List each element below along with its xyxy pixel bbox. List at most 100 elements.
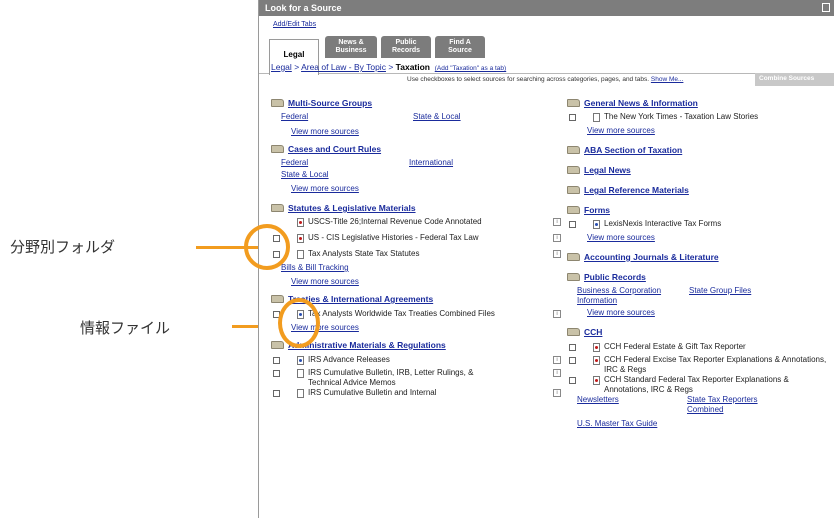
document-icon	[297, 369, 304, 378]
folder-treaties[interactable]: Treaties & International Agreements	[271, 292, 561, 306]
tab-news-business[interactable]: News & Business	[325, 36, 377, 58]
cases-links-2: State & Local	[271, 170, 561, 182]
folder-statutes-title[interactable]: Statutes & Legislative Materials	[288, 203, 416, 213]
folder-multi-source[interactable]: Multi-Source Groups	[271, 96, 561, 110]
source-checkbox[interactable]	[569, 377, 576, 384]
folder-multi-source-title[interactable]: Multi-Source Groups	[288, 98, 372, 108]
folder-icon	[271, 204, 284, 212]
breadcrumb-legal[interactable]: Legal	[271, 62, 292, 72]
source-label[interactable]: CCH Federal Estate & Gift Tax Reporter	[604, 342, 834, 352]
source-item: IRS Cumulative Bulletin, IRB, Letter Rul…	[271, 368, 561, 387]
window-titlebar: Look for a Source	[259, 0, 834, 16]
info-icon[interactable]: i	[553, 310, 561, 318]
newsletters-link[interactable]: Newsletters	[577, 395, 687, 415]
source-label[interactable]: US - CIS Legislative Histories - Federal…	[308, 233, 561, 243]
source-checkbox[interactable]	[273, 357, 280, 364]
tab-find-a-source[interactable]: Find A Source	[435, 36, 485, 58]
link-state-local[interactable]: State & Local	[281, 170, 329, 182]
source-checkbox[interactable]	[569, 357, 576, 364]
window-control-icon[interactable]	[822, 3, 830, 12]
source-label[interactable]: LexisNexis Interactive Tax Forms	[604, 219, 834, 229]
tab-news-line1: News &	[338, 39, 364, 46]
info-icon[interactable]: i	[553, 234, 561, 242]
source-label[interactable]: The New York Times - Taxation Law Storie…	[604, 112, 834, 122]
add-edit-tabs-link[interactable]: Add/Edit Tabs	[273, 21, 316, 28]
folder-icon	[567, 328, 580, 336]
view-more-link[interactable]: View more sources	[567, 233, 834, 246]
document-icon	[593, 343, 600, 352]
breadcrumb-area[interactable]: Area of Law - By Topic	[301, 62, 386, 72]
view-more-link[interactable]: View more sources	[271, 277, 561, 290]
source-label[interactable]: IRS Cumulative Bulletin and Internal	[308, 388, 561, 398]
tab-public-line1: Public	[395, 39, 417, 46]
source-label[interactable]: USCS-Title 26;Internal Revenue Code Anno…	[308, 217, 561, 227]
source-checkbox[interactable]	[569, 344, 576, 351]
link-state-group-files[interactable]: State Group Files	[689, 286, 751, 306]
bill-tracking-row: Bills & Bill Tracking	[271, 263, 561, 275]
view-more-link[interactable]: View more sources	[271, 127, 561, 140]
folder-news[interactable]: General News & Information	[567, 96, 834, 110]
folder-admin[interactable]: Administrative Materials & Regulations	[271, 338, 561, 352]
folder-statutes[interactable]: Statutes & Legislative Materials	[271, 201, 561, 215]
info-icon[interactable]: i	[553, 369, 561, 377]
view-more-link[interactable]: View more sources	[271, 184, 561, 197]
folder-accounting-title[interactable]: Accounting Journals & Literature	[584, 252, 719, 262]
source-checkbox[interactable]	[569, 221, 576, 228]
info-icon[interactable]: i	[553, 218, 561, 226]
folder-legal-reference[interactable]: Legal Reference Materials	[567, 183, 834, 197]
folder-news-title[interactable]: General News & Information	[584, 98, 698, 108]
link-international[interactable]: International	[409, 158, 453, 170]
public-records-links: Business & Corporation Information State…	[567, 286, 834, 306]
show-me-link[interactable]: Show Me...	[651, 76, 684, 83]
source-item: US - CIS Legislative Histories - Federal…	[271, 233, 561, 245]
add-as-tab-link[interactable]: (Add "Taxation" as a tab)	[435, 65, 506, 72]
source-label[interactable]: IRS Advance Releases	[308, 355, 561, 365]
source-checkbox[interactable]	[569, 114, 576, 121]
source-label[interactable]: Tax Analysts Worldwide Tax Treaties Comb…	[308, 309, 561, 319]
info-icon[interactable]: i	[553, 389, 561, 397]
folder-forms[interactable]: Forms	[567, 203, 834, 217]
folder-forms-title[interactable]: Forms	[584, 205, 610, 215]
breadcrumb-current: Taxation	[395, 62, 430, 72]
folder-icon	[567, 253, 580, 261]
view-more-link[interactable]: View more sources	[567, 308, 834, 321]
link-state-local[interactable]: State & Local	[413, 112, 461, 124]
folder-aba-title[interactable]: ABA Section of Taxation	[584, 145, 682, 155]
folder-cases[interactable]: Cases and Court Rules	[271, 142, 561, 156]
folder-public-records[interactable]: Public Records	[567, 270, 834, 284]
master-guide-row: U.S. Master Tax Guide	[567, 419, 834, 431]
combine-sources-button[interactable]: Combine Sources	[755, 73, 834, 86]
info-icon[interactable]: i	[553, 356, 561, 364]
folder-cases-title[interactable]: Cases and Court Rules	[288, 144, 381, 154]
folder-cch[interactable]: CCH	[567, 325, 834, 339]
view-more-link[interactable]: View more sources	[567, 126, 834, 139]
folder-aba[interactable]: ABA Section of Taxation	[567, 143, 834, 157]
source-checkbox[interactable]	[273, 390, 280, 397]
multi-source-links: Federal State & Local	[271, 112, 561, 124]
link-business-corporation[interactable]: Business & Corporation Information	[577, 286, 689, 306]
bill-tracking-link[interactable]: Bills & Bill Tracking	[281, 263, 349, 275]
master-tax-guide-link[interactable]: U.S. Master Tax Guide	[577, 419, 657, 431]
source-label[interactable]: IRS Cumulative Bulletin, IRB, Letter Rul…	[308, 368, 561, 387]
tab-public-records[interactable]: Public Records	[381, 36, 431, 58]
state-tax-reporters-link[interactable]: State Tax Reporters Combined	[687, 395, 767, 415]
folder-icon	[567, 186, 580, 194]
link-federal[interactable]: Federal	[281, 112, 413, 124]
source-label[interactable]: CCH Federal Excise Tax Reporter Explanat…	[604, 355, 834, 374]
folder-icon	[271, 295, 284, 303]
folder-public-records-title[interactable]: Public Records	[584, 272, 646, 282]
source-label[interactable]: Tax Analysts State Tax Statutes	[308, 249, 561, 259]
link-federal[interactable]: Federal	[281, 158, 409, 170]
instructions-text: Use checkboxes to select sources for sea…	[407, 76, 650, 83]
folder-icon	[271, 99, 284, 107]
folder-cch-title[interactable]: CCH	[584, 327, 602, 337]
folder-legal-news-title[interactable]: Legal News	[584, 165, 631, 175]
source-label[interactable]: CCH Standard Federal Tax Reporter Explan…	[604, 375, 834, 394]
source-checkbox[interactable]	[273, 370, 280, 377]
info-icon[interactable]: i	[553, 250, 561, 258]
folder-legal-reference-title[interactable]: Legal Reference Materials	[584, 185, 689, 195]
source-item: IRS Advance Releases i	[271, 355, 561, 367]
folder-accounting[interactable]: Accounting Journals & Literature	[567, 250, 834, 264]
folder-icon	[271, 145, 284, 153]
folder-legal-news[interactable]: Legal News	[567, 163, 834, 177]
